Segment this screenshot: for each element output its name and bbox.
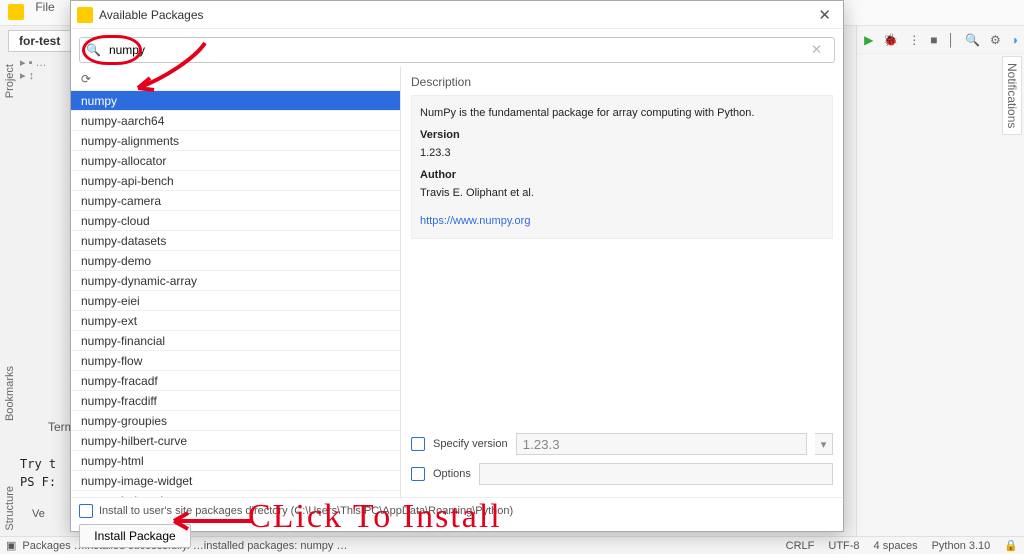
terminal-peek: Try t PS F: — [20, 455, 56, 491]
ai-assistant-icon[interactable]: ◑ — [1011, 33, 1018, 47]
homepage-link[interactable]: https://www.numpy.org — [420, 215, 530, 227]
settings-gear-icon[interactable]: ⚙ — [990, 33, 1001, 47]
status-lock-icon[interactable]: 🔒 — [1004, 539, 1018, 552]
options-checkbox[interactable] — [411, 467, 425, 481]
package-item[interactable]: numpy-html — [71, 451, 400, 471]
sidebar-tab-bookmarks[interactable]: Bookmarks — [2, 360, 18, 427]
package-item[interactable]: numpy-allocator — [71, 151, 400, 171]
description-panel: NumPy is the fundamental package for arr… — [411, 95, 833, 239]
package-item[interactable]: numpy-hilbert-curve — [71, 431, 400, 451]
package-item[interactable]: numpy-alignments — [71, 131, 400, 151]
clear-search-button[interactable]: ✕ — [805, 41, 828, 59]
options-input[interactable] — [479, 463, 833, 485]
package-item[interactable]: numpy-ext — [71, 311, 400, 331]
package-item[interactable]: numpy-eiei — [71, 291, 400, 311]
install-package-button[interactable]: Install Package — [79, 524, 191, 548]
package-item[interactable]: numpy-groupies — [71, 411, 400, 431]
package-item[interactable]: numpy-demo — [71, 251, 400, 271]
author-value: Travis E. Oliphant et al. — [420, 184, 824, 202]
status-interpreter[interactable]: Python 3.10 — [932, 540, 991, 552]
chevron-down-icon[interactable]: ▾ — [815, 433, 833, 455]
search-everywhere-icon[interactable]: 🔍 — [965, 33, 980, 47]
package-item[interactable]: numpy-camera — [71, 191, 400, 211]
package-item[interactable]: numpy-indexed — [71, 491, 400, 497]
pycharm-logo-icon — [77, 7, 93, 23]
status-indent[interactable]: 4 spaces — [874, 540, 918, 552]
specify-version-checkbox[interactable] — [411, 437, 425, 451]
package-item[interactable]: numpy-datasets — [71, 231, 400, 251]
author-label: Author — [420, 166, 824, 184]
package-item[interactable]: numpy-dynamic-array — [71, 271, 400, 291]
refresh-icon: ⟳ — [81, 72, 91, 86]
project-tree-stub: ▸ ▪ …▸ ↕ — [20, 56, 64, 94]
package-item[interactable]: numpy-financial — [71, 331, 400, 351]
sidebar-tab-project[interactable]: Project — [2, 58, 18, 104]
reload-packages-button[interactable]: ⟳ — [71, 67, 400, 91]
run-icon[interactable]: ▶ — [864, 33, 873, 47]
toolwindow-tab-version[interactable]: Ve — [32, 508, 45, 520]
package-item[interactable]: numpy-api-bench — [71, 171, 400, 191]
description-text: NumPy is the fundamental package for arr… — [420, 104, 824, 122]
divider: │ — [948, 33, 956, 47]
package-item[interactable]: numpy-aarch64 — [71, 111, 400, 131]
available-packages-dialog: Available Packages ✕ 🔍 ✕ ⟳ numpynumpy-aa… — [70, 0, 844, 532]
package-list[interactable]: numpynumpy-aarch64numpy-alignmentsnumpy-… — [71, 91, 400, 497]
sidebar-tab-structure[interactable]: Structure — [2, 480, 18, 537]
more-run-icon[interactable]: ⋮ — [908, 33, 920, 47]
pycharm-logo-icon — [8, 4, 24, 20]
package-item[interactable]: numpy-fracdiff — [71, 391, 400, 411]
project-name-tab[interactable]: for-test — [8, 30, 71, 52]
package-item[interactable]: numpy — [71, 91, 400, 111]
package-item[interactable]: numpy-image-widget — [71, 471, 400, 491]
package-item[interactable]: numpy-fracadf — [71, 371, 400, 391]
package-item[interactable]: numpy-cloud — [71, 211, 400, 231]
package-search-box[interactable]: 🔍 ✕ — [79, 37, 835, 63]
stop-icon[interactable]: ■ — [930, 33, 937, 47]
sidebar-tab-notifications[interactable]: Notifications — [1002, 56, 1022, 135]
description-header: Description — [411, 75, 833, 89]
ide-right-toolbar: ▶ 🐞 ⋮ ■ │ 🔍 ⚙ ◑ ✔ — [856, 26, 1024, 536]
debug-icon[interactable]: 🐞 — [883, 33, 898, 47]
dialog-titlebar: Available Packages ✕ — [71, 1, 843, 29]
install-user-site-checkbox[interactable] — [79, 504, 93, 518]
specify-version-label: Specify version — [433, 438, 508, 450]
dialog-close-button[interactable]: ✕ — [812, 4, 837, 26]
specify-version-input[interactable] — [516, 433, 807, 455]
status-packages-icon: ▣ — [6, 539, 16, 552]
dialog-title: Available Packages — [99, 8, 812, 22]
package-item[interactable]: numpy-flow — [71, 351, 400, 371]
install-user-site-label: Install to user's site packages director… — [99, 505, 513, 517]
package-search-input[interactable] — [107, 42, 805, 58]
version-label: Version — [420, 126, 824, 144]
search-icon: 🔍 — [86, 43, 101, 57]
menu-file[interactable]: File — [35, 0, 54, 14]
version-value: 1.23.3 — [420, 144, 824, 162]
options-label: Options — [433, 468, 471, 480]
